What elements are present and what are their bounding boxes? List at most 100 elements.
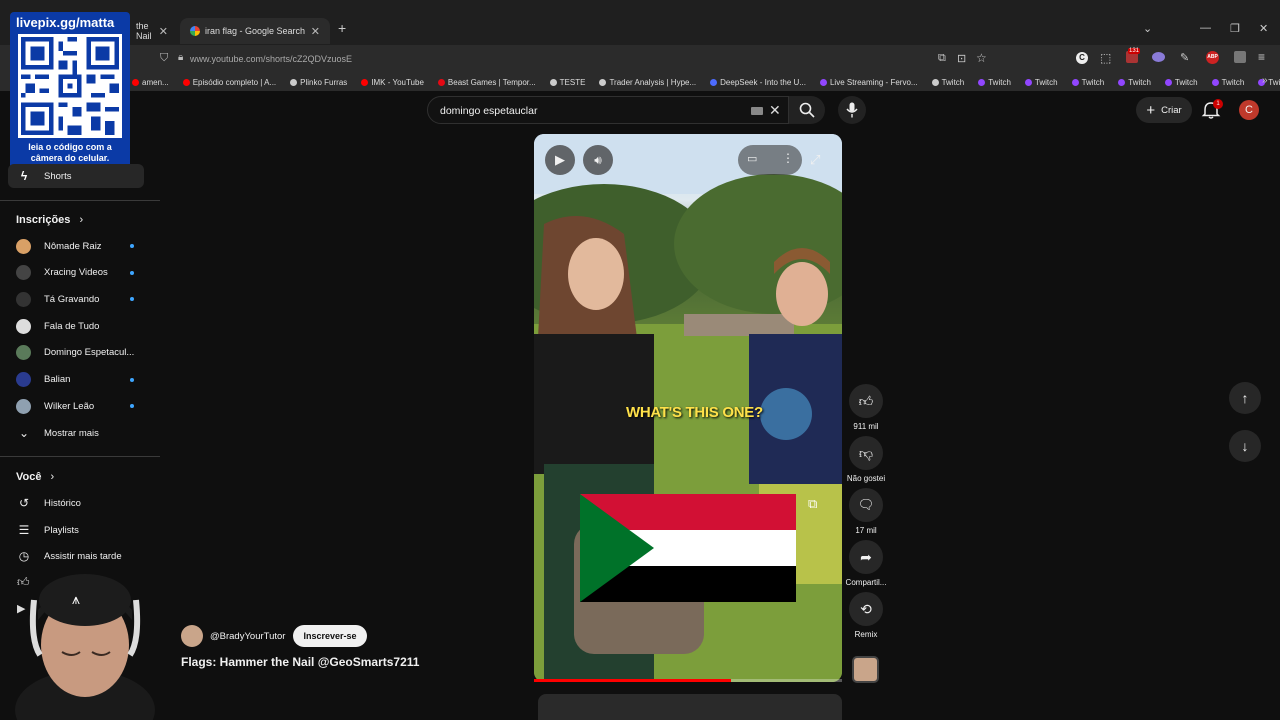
bookmark-item[interactable]: Twitch: [978, 78, 1011, 87]
lock-icon[interactable]: 🔒︎: [178, 52, 183, 63]
sidebar-item-subscription[interactable]: Tá Gravando: [8, 287, 144, 311]
picture-in-picture-icon[interactable]: ⧉: [938, 52, 946, 65]
new-tab-button[interactable]: +: [338, 20, 346, 36]
keyboard-icon[interactable]: [751, 107, 763, 115]
new-content-dot: [130, 244, 134, 248]
bookmark-item[interactable]: DeepSeek - Into the U...: [710, 78, 806, 87]
new-content-dot: [130, 297, 134, 302]
tab-hammer-the-nail[interactable]: the Nail ✕: [126, 18, 178, 44]
sidebar-item-subscription[interactable]: Xracing Videos: [8, 261, 144, 285]
short-title[interactable]: Flags: Hammer the Nail @GeoSmarts7211: [181, 655, 419, 669]
sidebar-item-subscription[interactable]: Domingo Espetacul...: [8, 341, 144, 365]
download-page-icon[interactable]: ⊡: [957, 52, 966, 65]
sidebar-item-playlists[interactable]: ☰ Playlists: [8, 518, 144, 542]
bookmark-item[interactable]: Beast Games | Tempor...: [437, 78, 536, 87]
thumbs-up-icon: 👍︎: [858, 392, 874, 409]
channel-avatar: [16, 372, 31, 387]
maximize-button[interactable]: ❐: [1230, 22, 1240, 35]
show-more-button[interactable]: ⌄ Mostrar mais: [8, 421, 144, 445]
extension-translate-icon[interactable]: ✎: [1180, 51, 1189, 64]
mute-button[interactable]: 🔊︎: [583, 145, 613, 175]
bookmark-item[interactable]: amen...: [132, 78, 169, 87]
webcam-overlay: ⩚: [15, 574, 155, 720]
bookmark-item[interactable]: Twitch: [1211, 78, 1244, 87]
menu-icon[interactable]: ≡: [1258, 50, 1265, 64]
sidebar-item-subscription[interactable]: Wilker Leão: [8, 394, 144, 418]
tab-google-search[interactable]: iran flag - Google Search ✕: [180, 18, 330, 44]
bookmark-label: DeepSeek - Into the U...: [720, 77, 806, 87]
remix-label: Remix: [854, 630, 878, 639]
sidebar-item-label: Histórico: [44, 497, 81, 509]
like-button[interactable]: 👍︎ 911 mil: [848, 384, 884, 431]
clear-search-icon[interactable]: ✕: [769, 102, 781, 119]
close-icon[interactable]: ✕: [159, 25, 168, 38]
sound-source-avatar[interactable]: [852, 656, 879, 683]
you-header[interactable]: Você ›: [16, 471, 54, 483]
bookmark-item[interactable]: Trader Analysis | Hype...: [599, 78, 696, 87]
bookmark-item[interactable]: Twitch: [1118, 78, 1151, 87]
previous-short-button[interactable]: ↑: [1229, 382, 1261, 414]
you-header-label: Você: [16, 471, 42, 483]
sidebar-item-subscription[interactable]: Balian: [8, 368, 144, 392]
bookmark-item[interactable]: Episódio completo | A...: [182, 78, 276, 87]
next-short-button[interactable]: ↓: [1229, 430, 1261, 462]
bookmark-item[interactable]: Twitch: [1164, 78, 1198, 87]
sidebar-item-label: Shorts: [44, 170, 72, 182]
next-short-preview[interactable]: [538, 694, 842, 720]
bookmark-label: Live Streaming - Fervo...: [829, 77, 918, 87]
extensions-puzzle-icon[interactable]: ⬚: [1100, 51, 1111, 65]
bookmark-item[interactable]: Live Streaming - Fervo...: [819, 77, 918, 87]
bookmark-item[interactable]: IMK - YouTube: [361, 78, 424, 87]
extension-off-icon[interactable]: [1234, 51, 1246, 63]
subscriptions-header[interactable]: Inscrições ›: [16, 214, 83, 226]
miniplayer-icon[interactable]: ⧉: [808, 496, 817, 512]
subscribe-button[interactable]: Inscrever-se: [293, 625, 367, 647]
sidebar-item-subscription[interactable]: Fala de Tudo: [8, 314, 144, 338]
bookmark-item[interactable]: TESTE: [549, 78, 585, 87]
bookmark-item[interactable]: Twitch: [1071, 78, 1104, 87]
plus-icon: +: [1146, 101, 1156, 119]
more-options-icon[interactable]: ⋮: [782, 151, 794, 165]
video-caption-text: WHAT'S THIS ONE?: [626, 404, 763, 421]
sidebar-divider: [0, 456, 160, 457]
account-avatar[interactable]: C: [1239, 100, 1259, 120]
channel-name[interactable]: @BradyYourTutor: [210, 631, 285, 642]
bookmark-item[interactable]: Twitch: [1024, 78, 1058, 87]
sidebar-divider: [0, 200, 160, 201]
bookmarks-overflow-icon[interactable]: »: [1262, 75, 1268, 86]
bookmark-label: Twitch: [988, 77, 1011, 87]
minimize-button[interactable]: —: [1200, 22, 1211, 34]
shield-icon[interactable]: ⛉: [160, 52, 168, 65]
voice-search-button[interactable]: [838, 96, 866, 124]
search-input[interactable]: domingo espetauclar ✕: [427, 96, 789, 124]
tab-list-chevron-icon[interactable]: ⌄: [1143, 22, 1152, 35]
play-button[interactable]: ▶: [545, 145, 575, 175]
sudan-flag: [580, 494, 796, 602]
bookmark-star-icon[interactable]: ☆: [976, 51, 987, 65]
create-button[interactable]: + Criar: [1136, 97, 1192, 123]
search-button[interactable]: [789, 96, 825, 124]
fullscreen-icon[interactable]: ⤢: [810, 152, 820, 168]
bookmark-item[interactable]: Twitch: [931, 78, 964, 87]
url-field[interactable]: www.youtube.com/shorts/cZ2QDVzuosE: [190, 54, 352, 64]
share-button[interactable]: ➦ Compartil...: [842, 540, 890, 587]
video-progress-bar[interactable]: [534, 679, 842, 682]
dislike-button[interactable]: 👎︎ Não gostei: [844, 436, 888, 483]
adblock-icon[interactable]: ABP: [1206, 51, 1219, 64]
extension-cloud-icon[interactable]: [1152, 52, 1165, 62]
window-close-button[interactable]: ✕: [1259, 22, 1268, 35]
captions-icon[interactable]: ▭: [747, 152, 757, 165]
remix-button[interactable]: ⟲ Remix: [848, 592, 884, 639]
sidebar-item-label: Fala de Tudo: [44, 320, 100, 332]
bookmark-item[interactable]: Plinko Furras: [290, 78, 347, 87]
close-icon[interactable]: ✕: [311, 25, 320, 38]
sidebar-item-shorts[interactable]: ϟ Shorts: [8, 164, 144, 188]
chevron-right-icon: ›: [79, 214, 84, 226]
channel-avatar[interactable]: [181, 625, 203, 647]
extension-c-icon[interactable]: C: [1076, 52, 1088, 64]
bookmark-label: Trader Analysis | Hype...: [609, 77, 697, 87]
sidebar-item-subscription[interactable]: Nômade Raiz: [8, 234, 144, 258]
sidebar-item-label: Mostrar mais: [44, 427, 99, 439]
sidebar-item-history[interactable]: ↺ Histórico: [8, 491, 144, 515]
comments-button[interactable]: 🗨︎ 17 mil: [848, 488, 884, 535]
